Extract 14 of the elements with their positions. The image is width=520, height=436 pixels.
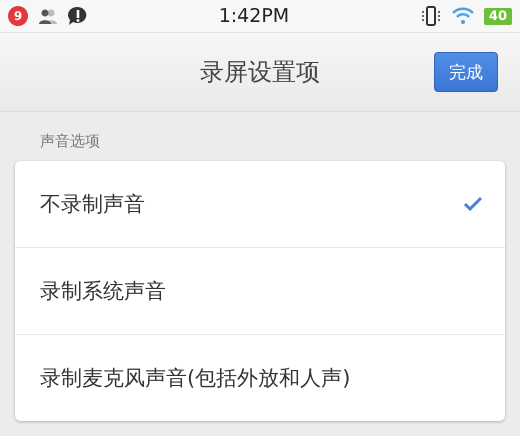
check-icon: [463, 196, 483, 212]
option-row[interactable]: 录制系统声音: [15, 247, 505, 334]
option-row[interactable]: 不录制声音: [15, 161, 505, 247]
alert-icon: [68, 6, 88, 26]
wifi-icon: [452, 7, 474, 25]
clock-time: 1:42PM: [218, 5, 290, 27]
contacts-icon: [38, 8, 58, 24]
page-title: 录屏设置项: [200, 57, 320, 88]
battery-indicator: 40: [484, 8, 512, 24]
option-row[interactable]: 录制麦克风声音(包括外放和人声): [15, 334, 505, 421]
notification-badge: 9: [8, 6, 28, 26]
done-button[interactable]: 完成: [434, 52, 498, 92]
section-label: 声音选项: [40, 132, 100, 151]
vibrate-icon: [420, 6, 442, 26]
